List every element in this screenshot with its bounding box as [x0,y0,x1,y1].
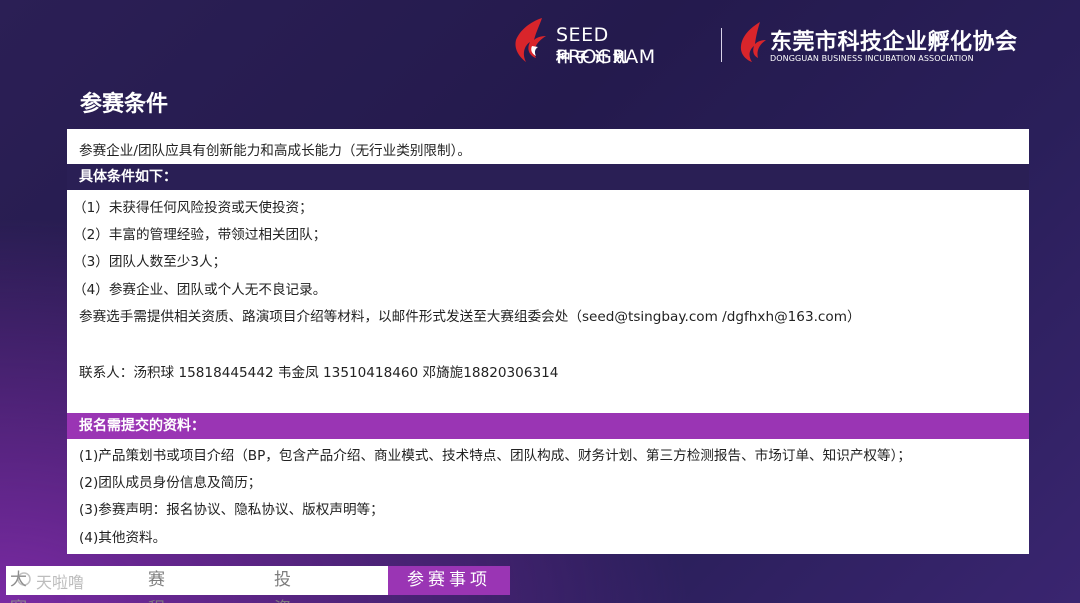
intro-panel: 参赛企业/团队应具有创新能力和高成长能力（无行业类别限制）。 [67,129,1029,164]
condition-item: （1）未获得任何风险投资或天使投资； [73,200,313,216]
nav-item-entry-matters[interactable]: 参赛事项 [388,566,510,595]
materials-heading: 报名需提交的资料： [67,413,1029,439]
submission-text: 参赛选手需提供相关资质、路演项目介绍等材料，以邮件形式发送至大赛组委会处（see… [79,309,861,325]
nav-item-schedule[interactable]: 赛程安排 [148,566,169,603]
condition-item: （2）丰富的管理经验，带领过相关团队； [73,227,327,243]
material-item: (3)参赛声明：报名协议、隐私协议、版权声明等； [79,502,384,518]
condition-item: （4）参赛企业、团队或个人无不良记录。 [73,282,327,298]
seed-program-logo: SEED PROGRAM 种子计划 [512,16,707,68]
association-logo: 东莞市科技企业孵化协会 DONGGUAN BUSINESS INCUBATION… [738,18,1028,68]
contacts-text: 联系人：汤积球 15818445442 韦金凤 13510418460 邓旖旎1… [79,365,559,381]
association-name-cn: 东莞市科技企业孵化协会 [770,29,1018,55]
seed-logo-cn-text: 种子计划 [556,50,632,66]
page-title: 参赛条件 [80,92,169,117]
watermark-text: 天啦噜 [36,573,85,592]
material-item: (2)团队成员身份信息及简历； [79,475,262,491]
conditions-panel: （1）未获得任何风险投资或天使投资； （2）丰富的管理经验，带领过相关团队； （… [67,190,1029,413]
header-divider [721,28,722,62]
seed-flame-icon [515,18,546,62]
material-item: (1)产品策划书或项目介绍（BP，包含产品介绍、商业模式、技术特点、团队构成、财… [79,448,912,464]
conditions-heading: 具体条件如下： [67,164,1029,190]
intro-text: 参赛企业/团队应具有创新能力和高成长能力（无行业类别限制）。 [79,143,471,159]
condition-item: （3）团队人数至少3人； [73,254,227,270]
nav-item-funding[interactable]: 投资资金 [274,566,295,603]
material-item: (4)其他资料。 [79,530,167,546]
association-flame-icon [740,22,766,62]
watermark-icon [17,572,31,586]
association-name-en: DONGGUAN BUSINESS INCUBATION ASSOCIATION [770,54,974,63]
materials-panel: (1)产品策划书或项目介绍（BP，包含产品介绍、商业模式、技术特点、团队构成、财… [67,439,1029,554]
